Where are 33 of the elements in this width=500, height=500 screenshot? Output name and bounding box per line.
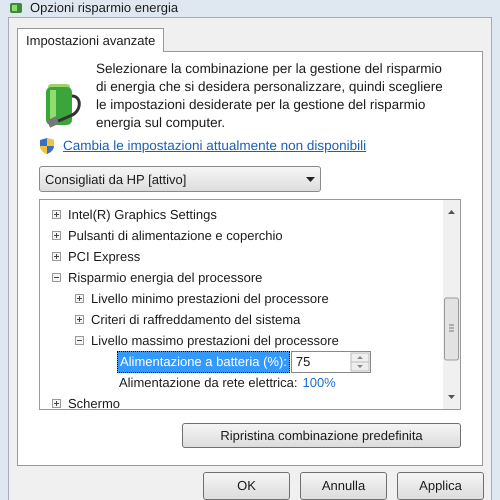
tree-item[interactable]: Criteri di raffreddamento del sistema (91, 310, 300, 330)
tree-item[interactable]: PCI Express (68, 247, 140, 266)
spin-arrows-icon[interactable] (350, 352, 370, 372)
expand-icon[interactable] (52, 399, 61, 408)
expand-icon[interactable] (75, 315, 84, 324)
battery-icon (8, 2, 24, 14)
dropdown-arrow-icon (306, 176, 315, 182)
spinner-field[interactable]: 75 (290, 350, 371, 373)
shield-icon (39, 137, 55, 156)
expand-icon[interactable] (52, 252, 61, 262)
dialog-button[interactable]: OK (203, 472, 290, 500)
dialog-button[interactable]: Annulla (300, 472, 387, 500)
setting-label[interactable]: Alimentazione da rete elettrica: (117, 373, 300, 392)
window-title: Opzioni risparmio energia (30, 0, 178, 15)
tab[interactable]: Impostazioni avanzate (17, 28, 164, 52)
expand-icon[interactable] (75, 294, 84, 304)
tree-item[interactable]: Livello massimo prestazioni del processore (91, 331, 339, 350)
collapse-icon[interactable] (52, 273, 61, 282)
expand-icon[interactable] (52, 231, 61, 240)
change-settings-link[interactable]: Cambia le impostazioni attualmente non disponibili (63, 136, 366, 156)
setting-value[interactable]: 100% (302, 373, 336, 392)
plan-dropdown[interactable]: Consigliati da HP [attivo] (39, 166, 321, 192)
tree-item[interactable]: Intel(R) Graphics Settings (68, 205, 217, 224)
restore-defaults-button[interactable]: Ripristina combinazione predefinita (182, 423, 461, 448)
tree-item[interactable]: Risparmio energia del processore (68, 268, 262, 288)
expand-icon[interactable] (52, 210, 61, 220)
dialog-button[interactable]: Applica (397, 472, 484, 500)
scrollbar[interactable] (443, 200, 460, 410)
collapse-icon[interactable] (75, 336, 84, 346)
tree-item[interactable]: Schermo (68, 394, 120, 410)
tree-item[interactable]: Pulsanti di alimentazione e coperchio (68, 226, 283, 246)
tree-item[interactable]: Livello minimo prestazioni del processore (91, 289, 329, 308)
description-text: Selezionare la combinazione per la gestione del risparmio di energia che si desidera personalizzare, quindi scegliere le impostazioni desiderate per la gestione del risparmio energia sul computer. (96, 60, 444, 132)
